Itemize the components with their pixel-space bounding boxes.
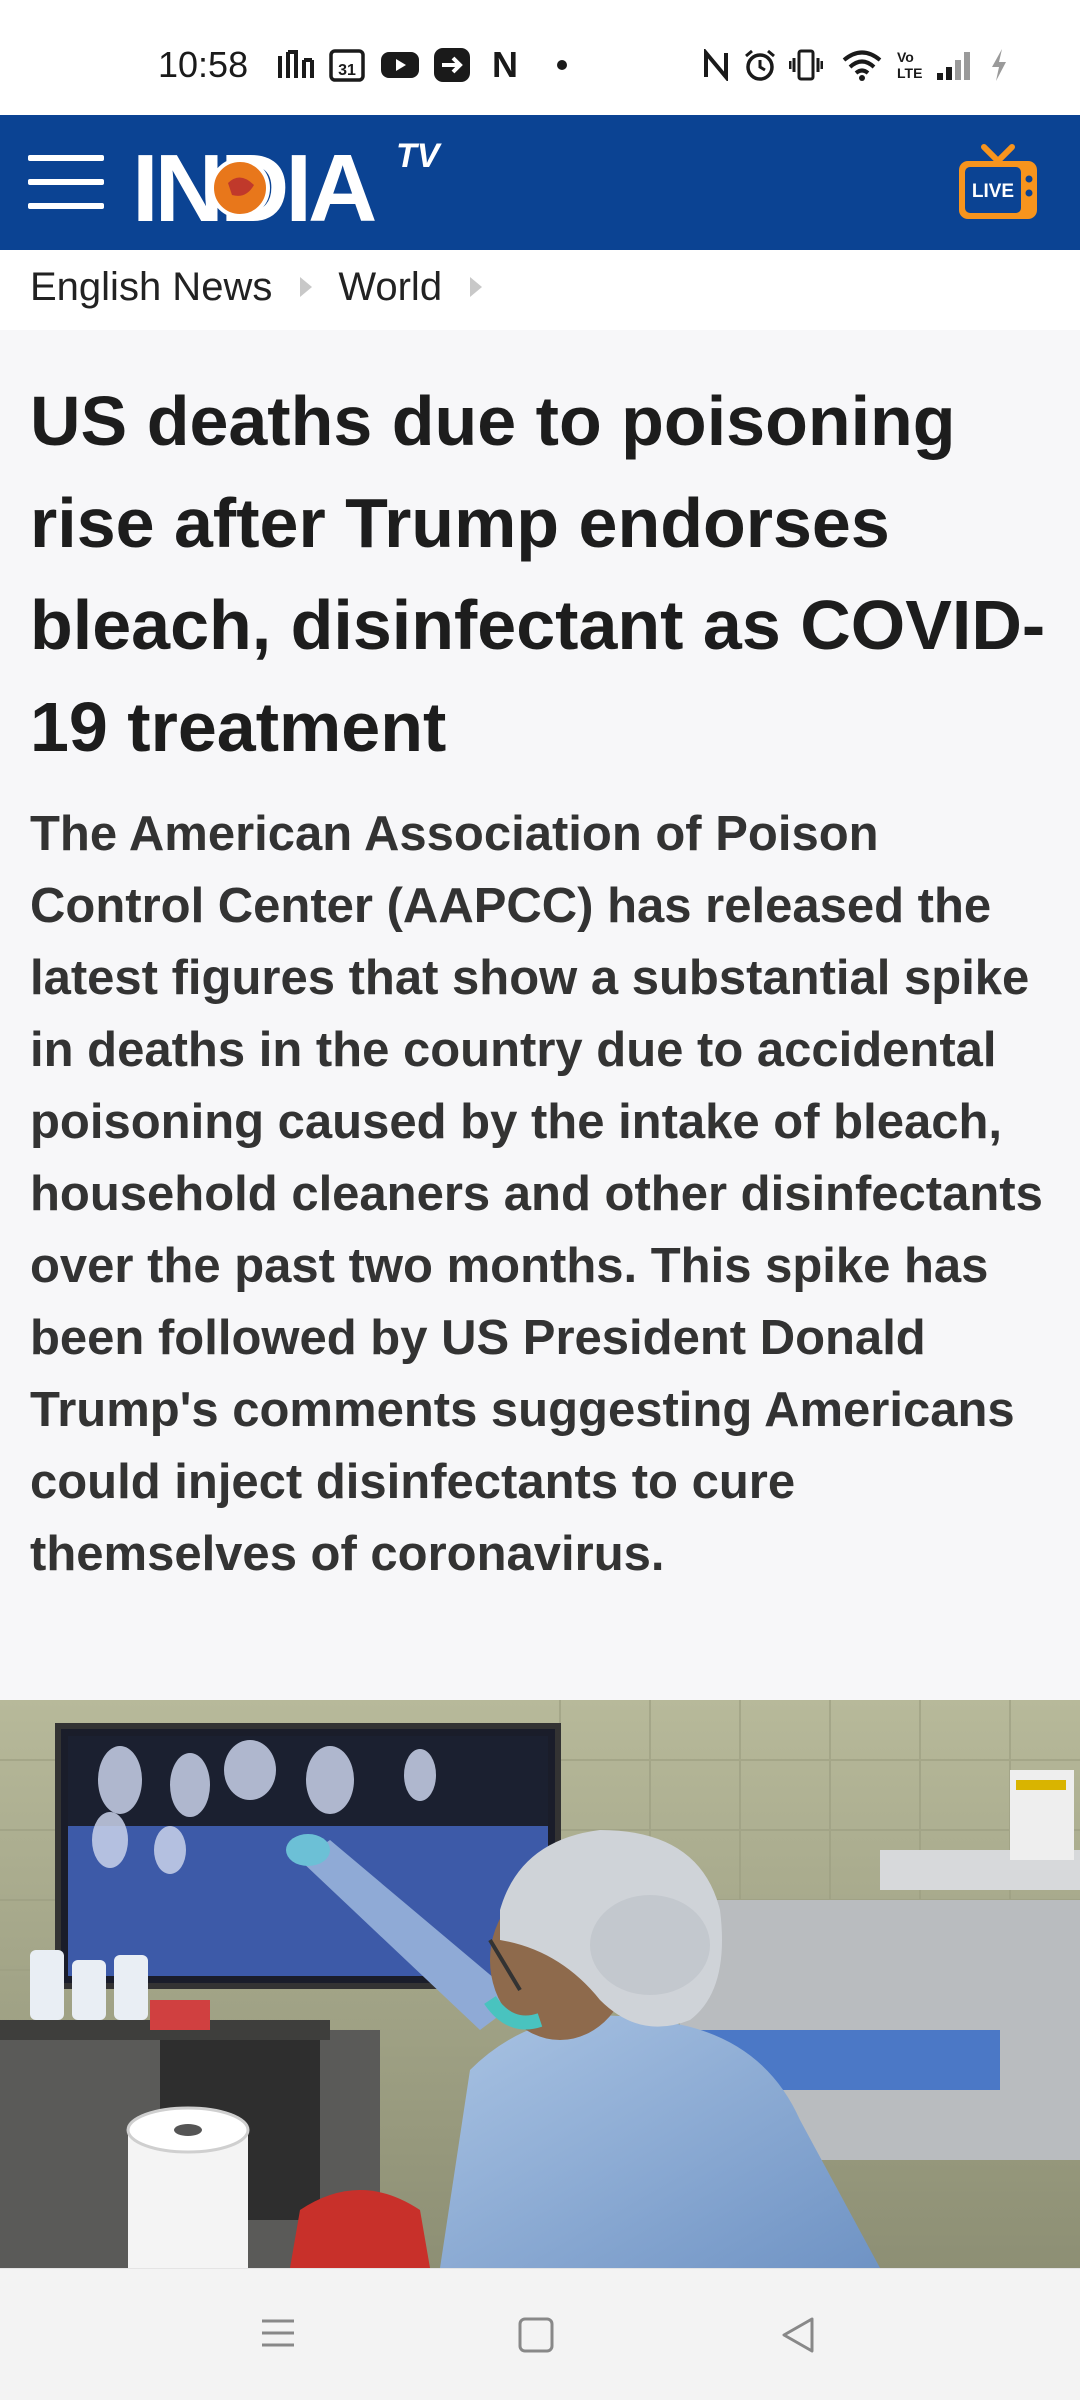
chevron-right-icon [470,277,483,297]
breadcrumb-world[interactable]: World [338,265,442,310]
chevron-right-icon [300,277,313,297]
netflix-n-icon: N [492,44,518,85]
svg-text:Vo: Vo [897,49,914,65]
home-square-icon[interactable] [514,2313,564,2363]
live-tv-icon: LIVE [959,144,1037,219]
youtube-icon [380,48,420,82]
cell-signal-icon [934,48,974,82]
calendar-day-text: 31 [338,62,356,79]
menu-line [28,155,104,161]
wifi-icon [842,48,882,82]
signal-app-icon [276,48,316,82]
battery-charging-icon [986,48,1012,82]
article-headline: US deaths due to poisoning rise after Tr… [30,382,1046,766]
nfc-icon [700,48,732,82]
dot-icon [552,48,572,82]
live-label: LIVE [972,181,1014,202]
system-nav-bar [0,2268,1080,2400]
breadcrumb: English News World [30,262,508,312]
live-tv-button[interactable]: LIVE [956,143,1040,223]
share-arrow-icon [432,48,472,82]
article-summary: The American Association of Poison Contr… [30,807,1043,1581]
recent-apps-menu-icon[interactable] [258,2313,308,2363]
indiatv-logo[interactable]: INDIA TV [132,133,452,233]
status-time: 10:58 [158,44,249,85]
svg-text:LTE: LTE [897,65,922,81]
vibrate-icon [788,48,824,82]
logo-tv-text: TV [396,137,443,175]
menu-line [28,203,104,209]
menu-line [28,179,104,185]
breadcrumb-english-news[interactable]: English News [30,265,272,310]
volte-icon: Vo LTE [894,48,924,82]
back-triangle-icon[interactable] [776,2313,826,2363]
indiatv-logo-graphic: INDIA TV [132,135,443,233]
article-photo[interactable] [0,1700,1080,2268]
calendar-31-icon: 31 [328,48,366,82]
status-bar: 10:58 31 N Vo LTE [0,0,1080,115]
hamburger-menu-button[interactable] [28,155,106,211]
alarm-icon [742,48,778,82]
medical-worker-photo [0,1700,1080,2268]
article-content: US deaths due to poisoning rise after Tr… [0,330,1080,1700]
app-header: INDIA TV LIVE [0,115,1080,250]
